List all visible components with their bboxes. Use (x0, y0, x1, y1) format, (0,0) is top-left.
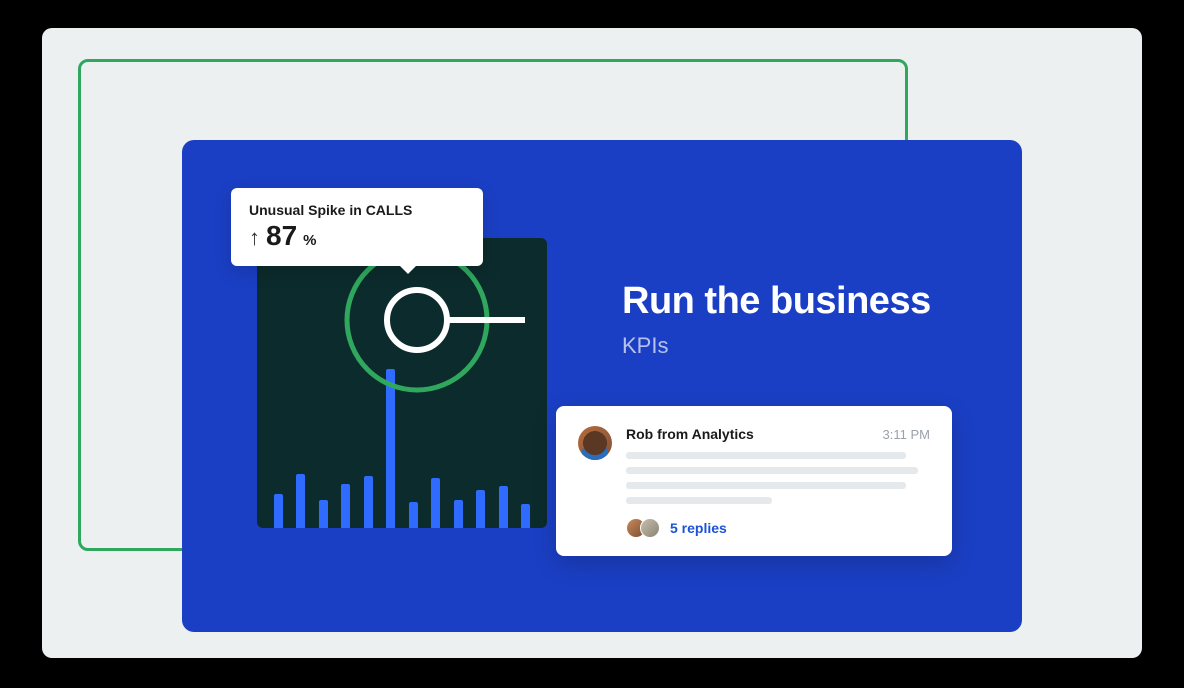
message-author: Rob from Analytics (626, 426, 754, 442)
heading-area: Run the business KPIs (622, 280, 931, 359)
bar (274, 494, 283, 528)
bar (386, 369, 395, 528)
avatar (578, 426, 612, 460)
reply-avatars (626, 518, 660, 538)
bar (319, 500, 328, 528)
arrow-up-icon: ↑ (249, 227, 260, 249)
percent-sign: % (303, 232, 316, 249)
bar (454, 500, 463, 528)
card-subtitle: KPIs (622, 333, 931, 359)
alert-value-row: ↑ 87 % (249, 220, 465, 252)
outer-panel: Run the business KPIs (42, 28, 1142, 658)
bar (499, 486, 508, 528)
bar (364, 476, 373, 528)
bar (476, 490, 485, 528)
message-header: Rob from Analytics 3:11 PM 5 replies (578, 426, 930, 538)
bar (341, 484, 350, 528)
replies-link[interactable]: 5 replies (670, 520, 727, 536)
feature-card: Run the business KPIs (182, 140, 1022, 632)
alert-value: 87 (266, 220, 297, 252)
chart-tile (257, 238, 547, 528)
message-text-placeholder (626, 452, 930, 504)
alert-title: Unusual Spike in CALLS (249, 202, 465, 218)
message-timestamp: 3:11 PM (883, 427, 930, 442)
bar (431, 478, 440, 528)
avatar (640, 518, 660, 538)
bar (296, 474, 305, 528)
message-body: Rob from Analytics 3:11 PM 5 replies (626, 426, 930, 538)
message-card[interactable]: Rob from Analytics 3:11 PM 5 replies (556, 406, 952, 556)
bar (521, 504, 530, 528)
replies-row[interactable]: 5 replies (626, 518, 930, 538)
alert-tooltip[interactable]: Unusual Spike in CALLS ↑ 87 % (231, 188, 483, 266)
bar-chart (257, 353, 547, 528)
card-title: Run the business (622, 280, 931, 323)
bar (409, 502, 418, 528)
